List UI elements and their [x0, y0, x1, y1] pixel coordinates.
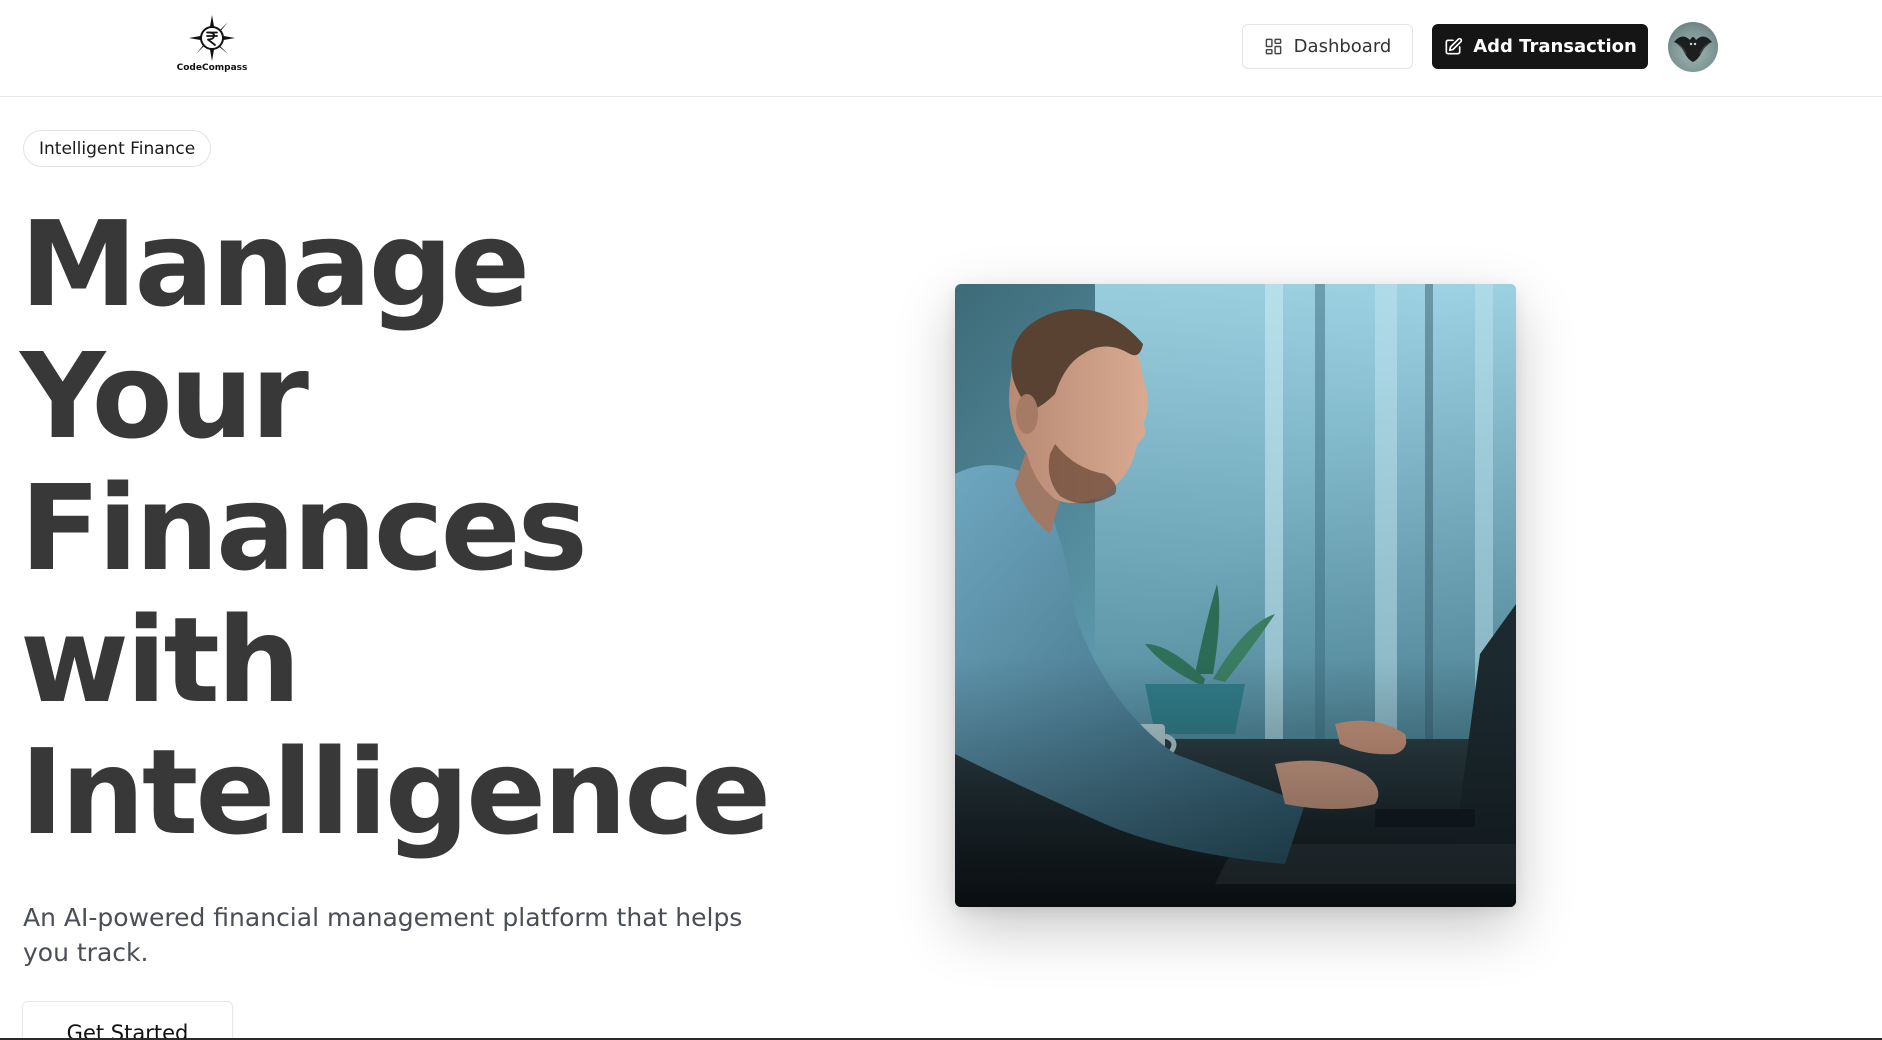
pen-square-icon: [1445, 37, 1463, 55]
layout-grid-icon: [1265, 38, 1282, 55]
hero-subtitle: An AI-powered financial management platf…: [23, 903, 743, 967]
dashboard-button[interactable]: Dashboard: [1242, 24, 1413, 69]
hero-title-line: Finances: [20, 459, 588, 597]
user-avatar[interactable]: [1668, 22, 1718, 72]
top-navbar: CodeCompass Dashboard Add Transaction: [0, 0, 1882, 97]
hero-title-line: Manage: [20, 195, 530, 333]
hero-title-line: Your: [20, 327, 309, 465]
hero-image: [955, 284, 1516, 907]
rupee-compass-icon: [189, 15, 235, 61]
dashboard-button-label: Dashboard: [1293, 36, 1392, 57]
hero-title-line: with: [20, 591, 301, 729]
hero-title-line: Intelligence: [20, 723, 771, 861]
intelligent-finance-badge: Intelligent Finance: [23, 130, 212, 167]
get-started-button[interactable]: Get Started: [22, 1001, 233, 1040]
add-transaction-button[interactable]: Add Transaction: [1432, 24, 1648, 69]
brand-logo[interactable]: CodeCompass: [172, 14, 252, 76]
man-at-laptop-photo: [955, 284, 1516, 907]
raven-avatar-icon: [1674, 36, 1712, 62]
brand-name: CodeCompass: [176, 63, 248, 73]
add-transaction-button-label: Add Transaction: [1473, 36, 1637, 57]
hero-title: Manage Your Finances with Intelligence: [20, 198, 880, 858]
